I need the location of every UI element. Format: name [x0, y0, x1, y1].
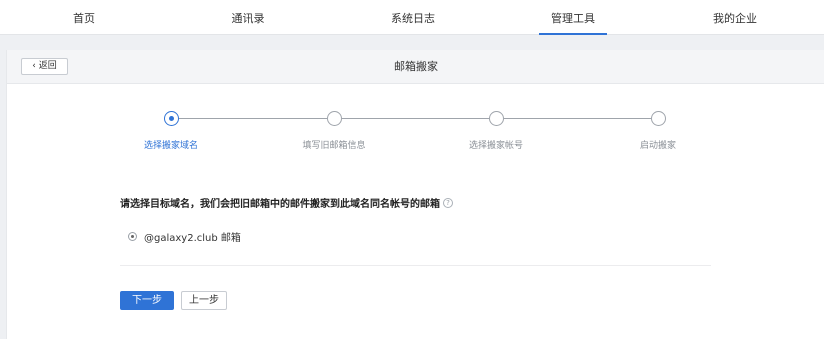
nav-item-contacts[interactable]: 通讯录 — [226, 0, 270, 35]
nav-item-label: 管理工具 — [551, 12, 595, 25]
nav-item-label: 通讯录 — [231, 12, 265, 25]
next-step-button[interactable]: 下一步 — [120, 291, 174, 310]
chevron-left-icon: ‹ — [32, 61, 36, 71]
step-label-3: 选择搬家帐号 — [468, 141, 523, 151]
back-button-label: 返回 — [38, 61, 57, 71]
question-text: 请选择目标域名，我们会把旧邮箱中的邮件搬家到此域名同名帐号的邮箱 — [120, 199, 440, 210]
radio-button[interactable] — [128, 232, 137, 241]
step-connector — [179, 118, 327, 119]
previous-step-button[interactable]: 上一步 — [181, 291, 227, 310]
active-tab-indicator — [539, 33, 607, 35]
domain-option-label: @galaxy2.club 邮箱 — [144, 233, 241, 244]
nav-item-home[interactable]: 首页 — [62, 0, 106, 35]
mail-migration-panel: 邮箱搬家 ‹ 返回 选择搬家域名 填写旧邮箱信息 选择搬家帐号 启动搬家 请选择… — [6, 50, 824, 339]
top-navigation: 首页 通讯录 系统日志 管理工具 我的企业 — [0, 0, 824, 35]
back-button[interactable]: ‹ 返回 — [21, 58, 68, 75]
step-indicator-2 — [327, 111, 342, 126]
page-title: 邮箱搬家 — [394, 60, 438, 73]
nav-item-label: 系统日志 — [391, 12, 435, 25]
step-indicator-4 — [651, 111, 666, 126]
domain-option[interactable]: @galaxy2.club 邮箱 — [128, 229, 241, 244]
progress-stepper: 选择搬家域名 填写旧邮箱信息 选择搬家帐号 启动搬家 — [7, 107, 824, 157]
nav-item-label: 首页 — [73, 12, 95, 25]
nav-item-admin-tools[interactable]: 管理工具 — [539, 0, 607, 35]
divider — [120, 265, 711, 266]
step-connector — [342, 118, 489, 119]
step-label-1: 选择搬家域名 — [143, 141, 198, 151]
nav-item-my-enterprise[interactable]: 我的企业 — [711, 0, 759, 35]
panel-header: 邮箱搬家 ‹ 返回 — [7, 50, 824, 84]
domain-question: 请选择目标域名，我们会把旧邮箱中的邮件搬家到此域名同名帐号的邮箱 ? — [120, 195, 453, 210]
step-label-4: 启动搬家 — [639, 141, 676, 151]
nav-item-system-log[interactable]: 系统日志 — [389, 0, 437, 35]
step-indicator-1 — [164, 111, 179, 126]
step-indicator-3 — [489, 111, 504, 126]
step-label-2: 填写旧邮箱信息 — [302, 141, 366, 151]
nav-item-label: 我的企业 — [713, 12, 757, 25]
step-connector — [504, 118, 651, 119]
help-icon[interactable]: ? — [443, 197, 453, 208]
